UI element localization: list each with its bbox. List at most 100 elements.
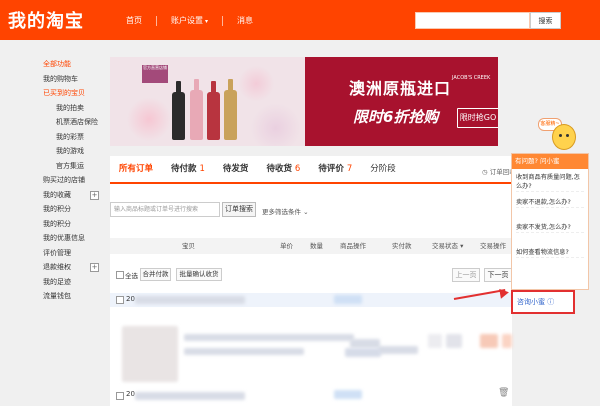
banner-title: 澳洲原瓶进口: [349, 79, 452, 98]
order-tabs: 所有订单 待付款 1 待发货 待收货 6 待评价 7 分阶段: [110, 156, 512, 184]
sidebar-item[interactable]: 已买到的宝贝: [43, 86, 103, 101]
help-question[interactable]: 如何查看物流信息?: [516, 248, 584, 258]
order-checkbox[interactable]: [116, 296, 124, 304]
sidebar-item[interactable]: 全部功能: [43, 57, 103, 72]
help-question[interactable]: 卖家不退款,怎么办?: [516, 198, 584, 208]
tab-count: 6: [294, 164, 301, 174]
promo-banner[interactable]: 官方直营店铺 澳洲原瓶进口 JACOB'S CREEK 限时6折抢购 限时抢GO: [110, 57, 498, 146]
sidebar-item-label: 退款维权: [43, 263, 71, 271]
nav-account-settings[interactable]: 账户设置 ▾: [157, 16, 224, 26]
expand-icon[interactable]: +: [90, 263, 99, 272]
tab-pending-receipt[interactable]: 待收货 6: [257, 156, 309, 182]
chevron-down-icon: ▾: [205, 18, 209, 25]
banner-brand: JACOB'S CREEK: [452, 75, 491, 81]
tab-pending-review[interactable]: 待评价 7: [309, 156, 361, 182]
consult-button[interactable]: 咨询小蜜 ⓘ: [517, 296, 569, 308]
column-header: 交易状态: [432, 242, 458, 250]
order-checkbox[interactable]: [116, 392, 124, 400]
order-panel: 所有订单 待付款 1 待发货 待收货 6 待评价 7 分阶段 ◷ 订单回收站 输…: [110, 156, 522, 406]
sidebar-item[interactable]: 我的彩票: [43, 130, 103, 145]
product-thumbnail[interactable]: [122, 326, 178, 382]
amount-redacted: [378, 346, 418, 354]
sidebar-item[interactable]: 我的收藏 +: [43, 188, 103, 203]
sidebar-item-label: 全部功能: [43, 60, 71, 68]
sidebar-item[interactable]: 评价管理: [43, 246, 103, 261]
tab-label: 待评价: [318, 164, 344, 174]
order-search-input[interactable]: 输入商品标题或订单号进行搜索: [110, 202, 220, 217]
bee-mascot-icon: [552, 124, 576, 150]
sidebar-item[interactable]: 我的足迹: [43, 275, 103, 290]
wine-bottle-icon: [172, 81, 185, 140]
column-header: 交易操作: [480, 242, 506, 250]
top-bar: 我的淘宝 首页 账户设置 ▾ 消息 搜索: [0, 0, 600, 40]
order-search-button[interactable]: 订单搜索: [222, 202, 256, 217]
sidebar-item[interactable]: 我的优惠信息: [43, 231, 103, 246]
action-redacted[interactable]: [502, 334, 512, 348]
select-all-label: 全选: [125, 272, 138, 280]
order-date: 20: [126, 390, 135, 398]
prev-page-button[interactable]: 上一页: [452, 268, 480, 282]
sidebar: 全部功能我的购物车已买到的宝贝我的拍卖机票酒店保险我的彩票 我的游戏官方集运购买过…: [43, 57, 103, 304]
nav-messages[interactable]: 消息: [223, 16, 267, 26]
order-detail-redacted: [345, 348, 381, 357]
action-redacted[interactable]: [480, 334, 498, 348]
column-header: 商品操作: [340, 242, 366, 250]
column-header-dropdown[interactable]: 交易状态 ▾: [432, 238, 463, 254]
table-header: 宝贝 单价 数量 商品操作 实付款 交易状态 ▾ 交易操作: [110, 238, 512, 254]
sidebar-item-label: 我的拍卖: [56, 103, 84, 112]
tab-label: 分阶段: [370, 164, 396, 174]
wine-bottle-icon: [190, 79, 203, 140]
sidebar-item[interactable]: 机票酒店保险: [43, 115, 103, 130]
expand-icon[interactable]: +: [90, 190, 99, 200]
tab-count: 7: [346, 164, 353, 174]
consult-label: 咨询小蜜: [517, 298, 545, 306]
info-icon: ⓘ: [547, 298, 555, 306]
help-question[interactable]: 收到商品有质量问题,怎么办?: [516, 173, 584, 192]
chevron-down-icon: ▾: [460, 242, 464, 250]
sidebar-item[interactable]: 官方集运: [43, 159, 103, 174]
search-button[interactable]: 搜索: [530, 12, 561, 29]
sidebar-item[interactable]: 退款维权 +: [43, 260, 103, 275]
tab-all-orders[interactable]: 所有订单: [110, 156, 163, 184]
trash-icon[interactable]: 🗑: [498, 388, 509, 398]
sidebar-item-label: 我的足迹: [43, 277, 71, 286]
tab-label: 待收货: [266, 164, 292, 174]
tab-staged[interactable]: 分阶段: [361, 156, 405, 182]
sidebar-item-label: 我的购物车: [43, 74, 78, 83]
tab-pending-payment[interactable]: 待付款 1: [162, 156, 214, 182]
sidebar-item[interactable]: 购买过的店铺: [43, 173, 103, 188]
logo[interactable]: 我的淘宝: [8, 7, 84, 33]
nav-home[interactable]: 首页: [112, 16, 157, 26]
tab-count: 1: [199, 164, 205, 174]
sidebar-item[interactable]: 流量钱包: [43, 289, 103, 304]
banner-promo-text: 澳洲原瓶进口 JACOB'S CREEK 限时6折抢购 限时抢GO: [305, 57, 498, 146]
sidebar-item-label: 购买过的店铺: [43, 176, 85, 184]
sidebar-item[interactable]: 我的购物车: [43, 72, 103, 87]
mascot-sticker[interactable]: 客服精~: [538, 118, 580, 158]
select-all-checkbox[interactable]: [116, 271, 124, 279]
sidebar-item[interactable]: 我的积分: [43, 202, 103, 217]
sidebar-item[interactable]: 我的拍卖: [43, 101, 103, 116]
banner-go-button[interactable]: 限时抢GO: [457, 108, 498, 128]
more-filters-link[interactable]: 更多筛选条件 ⌄: [262, 206, 309, 216]
merge-pay-button[interactable]: 合并付款: [140, 268, 171, 281]
banner-image: 官方直营店铺: [110, 57, 305, 146]
sidebar-item-label: 我的积分: [43, 205, 71, 213]
help-title: 有问题? 问小蜜: [512, 154, 588, 169]
order-info-redacted: [135, 296, 245, 304]
sidebar-item[interactable]: 我的游戏: [43, 144, 103, 159]
next-page-button[interactable]: 下一页: [484, 268, 512, 282]
help-panel: 有问题? 问小蜜 收到商品有质量问题,怎么办? 卖家不退款,怎么办? 卖家不发货…: [511, 153, 589, 290]
help-question[interactable]: 卖家不发货,怎么办?: [516, 223, 584, 233]
chevron-down-icon: ⌄: [303, 208, 309, 216]
sidebar-item[interactable]: 我的积分: [43, 217, 103, 232]
tab-pending-shipment[interactable]: 待发货: [214, 156, 258, 182]
search-input[interactable]: [415, 12, 530, 29]
sidebar-item-label: 机票酒店保险: [56, 118, 98, 126]
order-header-row: 20: [110, 293, 512, 307]
batch-confirm-button[interactable]: 批量确认收货: [176, 268, 222, 281]
sidebar-item-label: 官方集运: [56, 161, 84, 170]
tab-label: 待发货: [222, 164, 249, 174]
nav-home-label: 首页: [126, 16, 142, 25]
product-title-redacted: [184, 334, 354, 341]
